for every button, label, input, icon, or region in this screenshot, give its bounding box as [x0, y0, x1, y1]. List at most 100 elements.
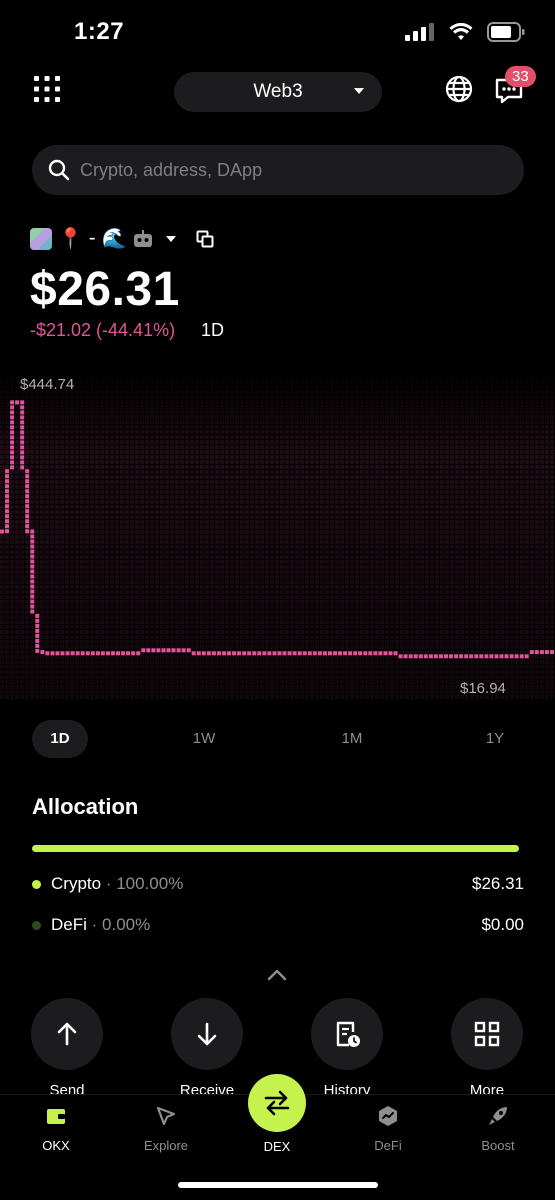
chart-point	[60, 651, 65, 656]
chart-point	[5, 484, 9, 489]
chart-point	[10, 420, 15, 425]
chart-point	[398, 654, 403, 659]
chart-point	[227, 651, 231, 656]
apps-grid-icon[interactable]	[32, 74, 62, 104]
chart-point	[363, 651, 368, 656]
chart-point	[550, 650, 554, 655]
send-button[interactable]	[31, 998, 103, 1070]
chart-point	[418, 654, 423, 659]
search-bar[interactable]: Crypto, address, DApp	[32, 145, 524, 195]
network-selector[interactable]: Web3	[174, 72, 382, 112]
globe-icon[interactable]	[444, 74, 474, 104]
range-tab-1w[interactable]: 1W	[182, 720, 226, 758]
chart-point	[30, 599, 35, 604]
wallet-selector[interactable]: 📍 - 🌊	[30, 226, 214, 251]
range-tab-1d[interactable]: 1D	[32, 720, 88, 758]
chart-point	[35, 628, 40, 633]
chart-point	[25, 479, 30, 484]
chart-point	[544, 650, 549, 655]
chart-point	[121, 651, 126, 656]
chart-point	[353, 651, 358, 656]
chart-point	[464, 654, 469, 659]
wallet-name-part: 📍	[58, 228, 83, 250]
chart-point	[65, 651, 70, 656]
chart-point	[257, 651, 262, 656]
chart-point	[5, 529, 9, 534]
chart-point	[479, 654, 484, 659]
chart-point	[25, 469, 30, 474]
chart-point	[20, 465, 25, 470]
nav-label: DeFi	[374, 1138, 402, 1153]
chart-point	[20, 440, 25, 445]
chart-point	[499, 654, 504, 659]
time-range-tabs: 1D 1W 1M 1Y	[32, 720, 524, 758]
chart-point	[25, 524, 30, 529]
nav-label: Boost	[481, 1138, 515, 1153]
chart-point	[20, 410, 25, 415]
chart-point	[494, 654, 499, 659]
history-button[interactable]	[311, 998, 383, 1070]
allocation-row-defi[interactable]: DeFi · 0.00% $0.00	[32, 915, 524, 935]
chart-point	[30, 584, 35, 589]
chart-point	[449, 654, 453, 659]
chart-point	[10, 450, 15, 455]
chart-point	[20, 435, 25, 440]
chart-point	[459, 654, 464, 659]
chart-point	[307, 651, 312, 656]
chart-point	[242, 651, 247, 656]
signal-icon	[405, 23, 434, 41]
copy-icon[interactable]	[196, 230, 214, 248]
status-time: 1:27	[74, 18, 125, 45]
more-grid-icon	[474, 1021, 500, 1047]
swap-icon	[264, 1090, 290, 1116]
chart-point	[489, 654, 494, 659]
chart-point	[292, 651, 297, 656]
chart-point	[267, 651, 272, 656]
chart-point	[509, 654, 514, 659]
nav-explore[interactable]: Explore	[126, 1105, 206, 1153]
chart-point	[10, 430, 15, 435]
dex-button[interactable]	[248, 1074, 306, 1132]
chart-point	[10, 435, 15, 440]
chart-point	[35, 648, 40, 653]
chart-point	[35, 618, 40, 623]
more-button[interactable]	[451, 998, 523, 1070]
chart-point	[222, 651, 226, 656]
range-tab-1y[interactable]: 1Y	[473, 720, 517, 758]
dex-label: DEX	[263, 1139, 291, 1154]
range-tab-1m[interactable]: 1M	[330, 720, 374, 758]
chart-point	[312, 651, 317, 656]
allocation-row-crypto[interactable]: Crypto · 100.00% $26.31	[32, 874, 524, 894]
chevron-up-icon[interactable]	[266, 968, 288, 982]
search-placeholder: Crypto, address, DApp	[80, 159, 263, 180]
receive-button[interactable]	[171, 998, 243, 1070]
chart-point	[287, 651, 292, 656]
chart-point	[388, 651, 393, 656]
notification-badge: 33	[505, 66, 536, 87]
chart-point	[10, 465, 15, 470]
nav-okx[interactable]: OKX	[16, 1105, 96, 1153]
caret-down-icon	[354, 88, 364, 94]
chart-point	[237, 651, 242, 656]
nav-defi[interactable]: DeFi	[348, 1105, 428, 1153]
chart-point	[85, 651, 90, 656]
chart-point	[348, 651, 353, 656]
chart-point	[454, 654, 459, 659]
chart-point	[131, 651, 136, 656]
chart-point	[5, 519, 9, 524]
chart-point	[10, 400, 15, 405]
chart-point	[151, 648, 156, 653]
compass-icon	[156, 1106, 176, 1126]
balance-chart[interactable]	[0, 370, 555, 700]
home-indicator	[178, 1182, 378, 1188]
chart-point	[30, 534, 35, 539]
nav-boost[interactable]: Boost	[458, 1105, 538, 1153]
caret-down-icon	[166, 235, 177, 242]
chart-point	[30, 579, 35, 584]
chart-point	[20, 425, 25, 430]
chart-point	[95, 651, 100, 656]
chart-point	[232, 651, 237, 656]
chart-point	[252, 651, 257, 656]
chart-point	[5, 489, 9, 494]
chart-point	[217, 651, 221, 656]
